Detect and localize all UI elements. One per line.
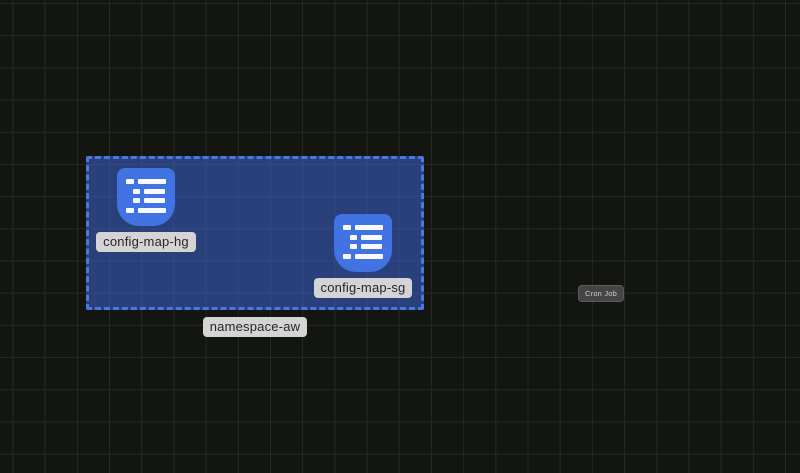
configmap-icon[interactable] (334, 214, 392, 272)
icon-glyph-line (361, 244, 382, 249)
icon-row (126, 179, 166, 184)
configmap-node-hg[interactable]: config-map-hg (92, 168, 200, 252)
icon-glyph-line (343, 225, 351, 230)
icon-row (350, 235, 382, 240)
icon-glyph-line (144, 198, 165, 203)
icon-glyph-line (126, 179, 134, 184)
icon-glyph-line (133, 189, 140, 194)
icon-glyph-line (355, 254, 383, 259)
icon-glyph-line (350, 244, 357, 249)
icon-glyph-line (138, 179, 166, 184)
icon-row (343, 254, 383, 259)
icon-glyph-line (350, 235, 357, 240)
icon-glyph-line (133, 198, 140, 203)
configmap-hg-label: config-map-hg (96, 232, 196, 252)
icon-glyph-line (355, 225, 383, 230)
icon-row (133, 198, 165, 203)
diagram-canvas[interactable]: config-map-hg config-map-sg namespace-aw (0, 0, 800, 473)
configmap-icon[interactable] (117, 168, 175, 226)
namespace-label: namespace-aw (203, 317, 308, 337)
icon-glyph-line (138, 208, 166, 213)
configmap-node-sg[interactable]: config-map-sg (309, 214, 417, 298)
icon-row (343, 225, 383, 230)
icon-row (350, 244, 382, 249)
icon-glyph-line (361, 235, 382, 240)
icon-glyph-line (343, 254, 351, 259)
cron-job-drag-chip[interactable]: Cron Job (578, 285, 624, 302)
icon-glyph-line (126, 208, 134, 213)
icon-row (133, 189, 165, 194)
namespace-label-wrap: namespace-aw (86, 318, 424, 336)
icon-glyph-line (144, 189, 165, 194)
configmap-sg-label: config-map-sg (314, 278, 413, 298)
icon-row (126, 208, 166, 213)
